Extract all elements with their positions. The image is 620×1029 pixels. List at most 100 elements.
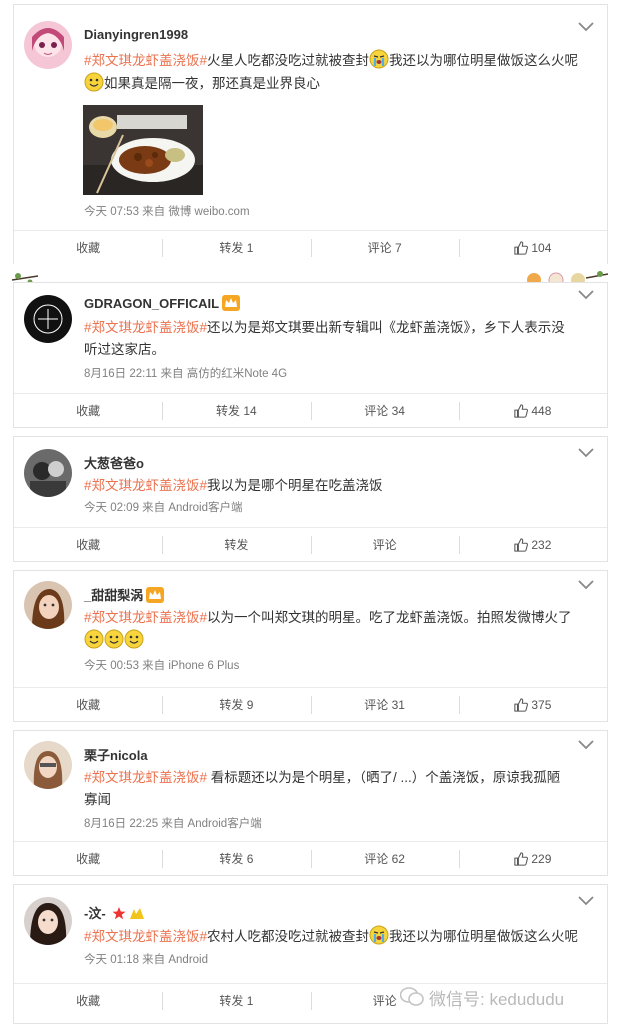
username[interactable]: 大葱爸爸o — [84, 453, 144, 472]
favorite-button[interactable]: 收藏 — [14, 688, 162, 721]
hashtag-link[interactable]: #郑文琪龙虾盖浇饭# — [84, 53, 207, 68]
post-meta: 8月16日 22:11 来自 高仿的红米Note 4G — [84, 368, 288, 380]
repost-button[interactable]: 转发 1 — [162, 231, 310, 264]
like-count: 229 — [531, 851, 552, 866]
hashtag-link[interactable]: #郑文琪龙虾盖浇饭# — [84, 929, 207, 944]
post-text-part: 如果真是隔一夜，那还真是业界良心 — [104, 76, 320, 91]
like-button[interactable]: 448 — [458, 394, 607, 427]
thumbs-up-icon — [514, 538, 528, 552]
repost-button[interactable]: 转发 — [162, 528, 310, 561]
post-text-part: 火星人吃都没吃过就被查封 — [207, 53, 370, 68]
chevron-down-icon[interactable] — [577, 21, 595, 35]
comment-button[interactable]: 评论 — [310, 528, 459, 561]
avatar[interactable] — [24, 897, 72, 945]
repost-label: 转发 1 — [219, 994, 254, 1008]
post-text: #郑文琪龙虾盖浇饭#农村人吃都没吃过就被查封 我还以为哪位明星做饭这么火呢 — [84, 925, 593, 948]
like-button[interactable]: 104 — [458, 231, 607, 264]
favorite-label: 收藏 — [76, 994, 101, 1008]
username[interactable]: _甜甜梨涡 — [84, 585, 164, 604]
username-text: -汶- — [84, 906, 106, 921]
favorite-button[interactable]: 收藏 — [14, 394, 162, 427]
watermark-text: 微信号: kedududu — [429, 989, 565, 1009]
repost-label: 转发 — [224, 538, 249, 552]
comment-label: 评论 7 — [367, 241, 402, 255]
smile-emoji-icon — [84, 629, 104, 649]
post-text: #郑文琪龙虾盖浇饭#火星人吃都没吃过就被查封 我还以为哪位明星做饭这么火呢 如果真… — [84, 49, 593, 95]
avatar[interactable] — [24, 21, 72, 69]
post-card: Dianyingren1998 #郑文琪龙虾盖浇饭#火星人吃都没吃过就被查封 我还… — [13, 4, 608, 264]
repost-button[interactable]: 转发 14 — [162, 394, 310, 427]
post-meta: 今天 00:53 来自 iPhone 6 Plus — [84, 660, 240, 672]
chevron-down-icon[interactable] — [577, 579, 595, 593]
vip-crown-icon — [146, 587, 164, 603]
avatar[interactable] — [24, 581, 72, 629]
avatar[interactable] — [24, 741, 72, 789]
action-bar: 收藏 转发 评论 232 — [14, 527, 607, 561]
action-bar: 收藏 转发 6 评论 62 229 — [14, 841, 607, 875]
post-card: 大葱爸爸o #郑文琪龙虾盖浇饭#我以为是哪个明星在吃盖浇饭 今天 02:09 来… — [13, 436, 608, 562]
favorite-button[interactable]: 收藏 — [14, 231, 162, 264]
post-meta: 今天 01:18 来自 Android — [84, 954, 209, 966]
post-text-part: 我以为是哪个明星在吃盖浇饭 — [207, 478, 383, 493]
post-meta: 今天 07:53 来自 微博 weibo.com — [84, 206, 250, 218]
post-card: 栗子nicola #郑文琪龙虾盖浇饭# 看标题还以为是个明星，（晒了/ ...）… — [13, 730, 608, 876]
avatar[interactable] — [24, 295, 72, 343]
hashtag-link[interactable]: #郑文琪龙虾盖浇饭# — [84, 770, 207, 785]
favorite-button[interactable]: 收藏 — [14, 528, 162, 561]
chevron-down-icon[interactable] — [577, 895, 595, 909]
chevron-down-icon[interactable] — [577, 739, 595, 753]
favorite-button[interactable]: 收藏 — [14, 842, 162, 875]
repost-button[interactable]: 转发 9 — [162, 688, 310, 721]
post-text-part: 农村人吃都没吃过就被查封 — [207, 929, 370, 944]
username[interactable]: GDRAGON_OFFICAIL — [84, 295, 240, 311]
repost-label: 转发 9 — [219, 698, 254, 712]
favorite-label: 收藏 — [76, 698, 101, 712]
crying-emoji-icon — [369, 49, 389, 69]
like-button[interactable]: 232 — [458, 528, 607, 561]
repost-label: 转发 1 — [219, 241, 254, 255]
comment-button[interactable]: 评论 31 — [310, 688, 459, 721]
username-text: GDRAGON_OFFICAIL — [84, 296, 220, 311]
comment-label: 评论 — [372, 994, 397, 1008]
hashtag-link[interactable]: #郑文琪龙虾盖浇饭# — [84, 610, 207, 625]
like-count: 375 — [531, 697, 552, 712]
post-card: GDRAGON_OFFICAIL #郑文琪龙虾盖浇饭#还以为是郑文琪要出新专辑叫… — [13, 282, 608, 428]
thumbs-up-icon — [514, 698, 528, 712]
hashtag-link[interactable]: #郑文琪龙虾盖浇饭# — [84, 478, 207, 493]
post-card: _甜甜梨涡 #郑文琪龙虾盖浇饭#以为一个叫郑文琪的明星。吃了龙虾盖浇饭。拍照发微… — [13, 570, 608, 722]
username[interactable]: Dianyingren1998 — [84, 27, 188, 42]
username[interactable]: -汶- — [84, 903, 146, 922]
post-photo[interactable] — [83, 105, 203, 195]
smile-emoji-icon — [124, 629, 144, 649]
comment-button[interactable]: 评论 62 — [310, 842, 459, 875]
like-count: 104 — [531, 240, 552, 255]
hashtag-link[interactable]: #郑文琪龙虾盖浇饭# — [84, 320, 207, 335]
comment-button[interactable]: 评论 34 — [310, 394, 459, 427]
post-text: #郑文琪龙虾盖浇饭#还以为是郑文琪要出新专辑叫《龙虾盖浇饭》，乡下人表示没 听过… — [84, 317, 593, 361]
repost-button[interactable]: 转发 6 — [162, 842, 310, 875]
username[interactable]: 栗子nicola — [84, 745, 148, 764]
repost-button[interactable]: 转发 1 — [162, 984, 310, 1017]
like-button[interactable]: 229 — [458, 842, 607, 875]
action-bar: 收藏 转发 9 评论 31 375 — [14, 687, 607, 721]
wechat-watermark: 微信号: kedududu — [400, 986, 565, 1009]
comment-button[interactable]: 评论 7 — [310, 231, 459, 264]
post-text-part: 我还以为哪位明星做饭这么火呢 — [389, 929, 579, 944]
avatar[interactable] — [24, 449, 72, 497]
comment-label: 评论 31 — [364, 698, 405, 712]
action-bar: 收藏 转发 1 评论 7 104 — [14, 230, 607, 264]
post-text: #郑文琪龙虾盖浇饭# 看标题还以为是个明星，（晒了/ ...）个盖浇饭，原谅我孤… — [84, 767, 593, 811]
chevron-down-icon[interactable] — [577, 447, 595, 461]
favorite-label: 收藏 — [76, 852, 101, 866]
like-button[interactable]: 375 — [458, 688, 607, 721]
comment-label: 评论 34 — [364, 404, 405, 418]
chevron-down-icon[interactable] — [577, 289, 595, 303]
favorite-label: 收藏 — [76, 538, 101, 552]
favorite-label: 收藏 — [76, 241, 101, 255]
favorite-button[interactable]: 收藏 — [14, 984, 162, 1017]
crying-emoji-icon — [369, 925, 389, 945]
post-text-part: 看标题还以为是个明星，（晒了/ ...）个盖浇饭，原谅我孤陋 — [207, 770, 561, 785]
post-meta: 今天 02:09 来自 Android客户端 — [84, 502, 243, 514]
thumbs-up-icon — [514, 404, 528, 418]
post-text-part: 我还以为哪位明星做饭这么火呢 — [389, 53, 579, 68]
